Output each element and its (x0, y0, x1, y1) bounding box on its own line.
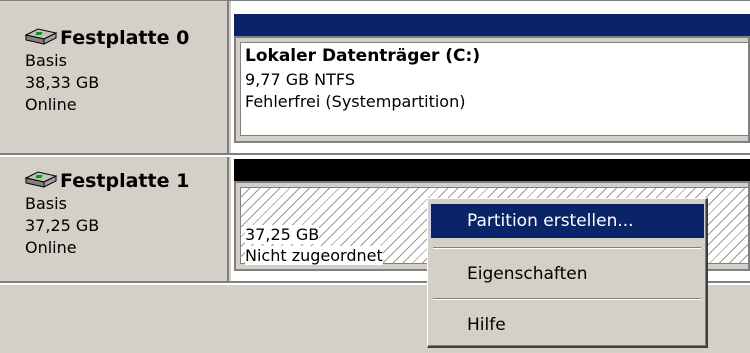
disk-1-status: Online (25, 238, 77, 257)
partition-c-volume[interactable]: Lokaler Datenträger (C:) 9,77 GB NTFS Fe… (234, 36, 750, 143)
partition-c-inner: Lokaler Datenträger (C:) 9,77 GB NTFS Fe… (240, 42, 748, 136)
menu-item-properties[interactable]: Eigenschaften (431, 257, 704, 291)
menu-item-help[interactable]: Hilfe (431, 308, 704, 342)
disk-0-status: Online (25, 95, 77, 114)
unallocated-header-bar (234, 159, 750, 181)
disk-0-size: 38,33 GB (25, 73, 100, 92)
partition-c-header-bar (234, 14, 750, 36)
partition-c-status: Fehlerfrei (Systempartition) (245, 92, 466, 111)
disk-1-info-panel[interactable]: Festplatte 1 Basis 37,25 GB Online (0, 157, 229, 281)
disk-1-type: Basis (25, 194, 67, 213)
disk-0-volume-area: Lokaler Datenträger (C:) 9,77 GB NTFS Fe… (231, 1, 750, 153)
partition-c-title: Lokaler Datenträger (C:) (245, 46, 481, 66)
disk-0-type: Basis (25, 51, 67, 70)
disk-0-name: Festplatte 0 (60, 27, 190, 49)
context-menu: Partition erstellen... Eigenschaften Hil… (427, 198, 708, 348)
menu-separator (433, 247, 701, 249)
disk-0-info-panel[interactable]: Festplatte 0 Basis 38,33 GB Online (0, 1, 229, 153)
partition-c-detail: 9,77 GB NTFS (245, 70, 355, 89)
hard-disk-icon (24, 171, 58, 188)
hard-disk-icon (24, 28, 58, 45)
disk-1-size: 37,25 GB (25, 216, 100, 235)
menu-item-create-partition[interactable]: Partition erstellen... (431, 204, 704, 238)
unallocated-size: 37,25 GB (245, 225, 320, 244)
unallocated-label: Nicht zugeordnet (245, 246, 383, 265)
disk-1-name: Festplatte 1 (60, 170, 190, 192)
menu-separator (433, 298, 701, 300)
